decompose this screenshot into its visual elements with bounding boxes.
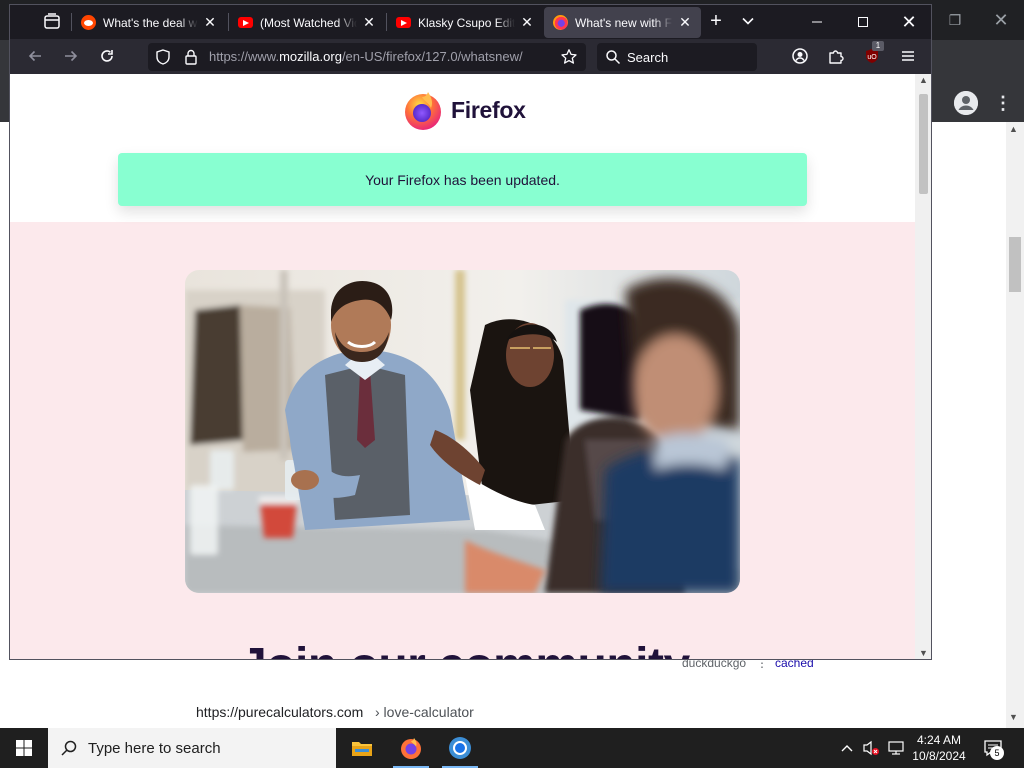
tab-title: Klasky Csupo Edited <box>418 15 515 30</box>
background-close-button[interactable]: ✕ <box>989 8 1013 32</box>
maximize-button[interactable] <box>852 11 874 33</box>
background-scroll-up-arrow[interactable]: ▲ <box>1009 124 1018 134</box>
new-tab-button[interactable]: + <box>705 11 727 33</box>
chevron-up-icon[interactable] <box>838 728 856 768</box>
forward-button[interactable] <box>59 44 83 68</box>
ublock-origin-icon[interactable]: uO 1 <box>860 41 884 68</box>
search-bar[interactable]: Search <box>597 43 757 71</box>
community-heading: Join our community <box>240 638 690 659</box>
tab-title: What's the deal with <box>103 15 198 30</box>
background-restore-button[interactable]: ❐ <box>943 8 967 32</box>
account-icon[interactable] <box>788 44 812 68</box>
close-icon[interactable]: ✕ <box>519 14 535 31</box>
url-domain: mozilla.org <box>279 49 342 64</box>
tab-reddit[interactable]: What's the deal with ✕ <box>72 7 226 38</box>
ublock-badge: 1 <box>872 41 884 51</box>
youtube-icon <box>395 15 411 31</box>
taskbar: Type here to search 4:24 AM 10/8/2024 5 <box>0 728 1024 768</box>
tab-youtube-most-watched[interactable]: (Most Watched Vide ✕ <box>229 7 385 38</box>
firefox-icon <box>552 15 568 31</box>
search-icon <box>60 739 78 757</box>
navigation-toolbar: https://www.mozilla.org/en-US/firefox/12… <box>10 39 931 74</box>
scrollbar-thumb[interactable] <box>919 94 928 194</box>
background-profile-icon[interactable] <box>954 91 978 115</box>
start-button[interactable] <box>0 728 48 768</box>
hero-photo <box>185 270 740 593</box>
lock-icon[interactable] <box>182 48 200 66</box>
clock-date: 10/8/2024 <box>912 749 966 763</box>
notification-center-icon[interactable]: 5 <box>978 728 1008 768</box>
firefox-window: What's the deal with ✕ (Most Watched Vid… <box>9 4 932 660</box>
firefox-brand[interactable]: Firefox <box>402 89 526 131</box>
taskbar-search-placeholder: Type here to search <box>88 740 221 757</box>
tab-strip: What's the deal with ✕ (Most Watched Vid… <box>10 5 931 39</box>
web-page-content: Firefox Your Firefox has been updated. <box>10 74 915 659</box>
svg-text:uO: uO <box>867 54 877 61</box>
reddit-icon <box>80 15 96 31</box>
background-scrollbar[interactable] <box>1006 122 1024 728</box>
search-placeholder: Search <box>627 50 669 65</box>
minimize-button[interactable] <box>806 11 828 33</box>
tab-youtube-klasky-csupo[interactable]: Klasky Csupo Edited ✕ <box>387 7 543 38</box>
close-window-button[interactable]: ✕ <box>898 11 920 33</box>
update-banner: Your Firefox has been updated. <box>118 153 807 206</box>
extensions-icon[interactable] <box>824 44 848 68</box>
chevron-down-icon[interactable] <box>740 13 756 29</box>
background-menu-icon[interactable]: ⋮ <box>994 90 1012 116</box>
close-icon[interactable]: ✕ <box>202 14 218 31</box>
background-scrollbar-thumb[interactable] <box>1009 237 1021 292</box>
shield-icon[interactable] <box>154 48 172 66</box>
file-explorer-icon[interactable] <box>338 728 386 768</box>
volume-muted-icon[interactable] <box>860 728 882 768</box>
close-icon[interactable]: ✕ <box>361 14 377 31</box>
taskbar-search-box[interactable]: Type here to search <box>48 728 336 768</box>
notification-count-badge: 5 <box>990 746 1004 760</box>
tab-whats-new-firefox[interactable]: What's new with Fir ✕ <box>544 7 701 38</box>
clock-time: 4:24 AM <box>916 733 962 747</box>
back-button[interactable] <box>23 44 47 68</box>
tab-title: (Most Watched Vide <box>260 15 357 30</box>
search-result-path[interactable]: › love-calculator <box>375 704 474 720</box>
youtube-icon <box>237 15 253 31</box>
background-scroll-down-arrow[interactable]: ▼ <box>1009 712 1018 722</box>
firefox-logo-icon <box>405 92 441 130</box>
search-result-url[interactable]: https://purecalculators.com <box>196 704 363 720</box>
tab-title: What's new with Fir <box>575 15 673 30</box>
chrome-icon[interactable] <box>436 728 484 768</box>
firefox-view-icon[interactable] <box>42 13 62 31</box>
bookmark-star-icon[interactable] <box>560 48 578 66</box>
system-clock[interactable]: 4:24 AM 10/8/2024 <box>910 728 968 768</box>
page-scrollbar[interactable]: ▲ ▼ <box>915 74 931 659</box>
address-bar[interactable]: https://www.mozilla.org/en-US/firefox/12… <box>148 43 586 71</box>
hamburger-menu-icon[interactable] <box>896 44 920 68</box>
windows-logo-icon <box>16 740 32 756</box>
firefox-icon[interactable] <box>387 728 435 768</box>
scroll-up-arrow[interactable]: ▲ <box>919 75 928 85</box>
reload-button[interactable] <box>95 44 119 68</box>
url-prefix: https://www. <box>209 49 280 64</box>
url-path: /en-US/firefox/127.0/whatsnew/ <box>341 49 523 64</box>
brand-name: Firefox <box>451 96 526 123</box>
page-header: Firefox Your Firefox has been updated. <box>10 74 915 222</box>
network-icon[interactable] <box>885 728 907 768</box>
search-icon <box>605 49 621 65</box>
url-text[interactable]: https://www.mozilla.org/en-US/firefox/12… <box>209 49 549 64</box>
close-icon[interactable]: ✕ <box>677 14 693 31</box>
scroll-down-arrow[interactable]: ▼ <box>919 648 928 658</box>
